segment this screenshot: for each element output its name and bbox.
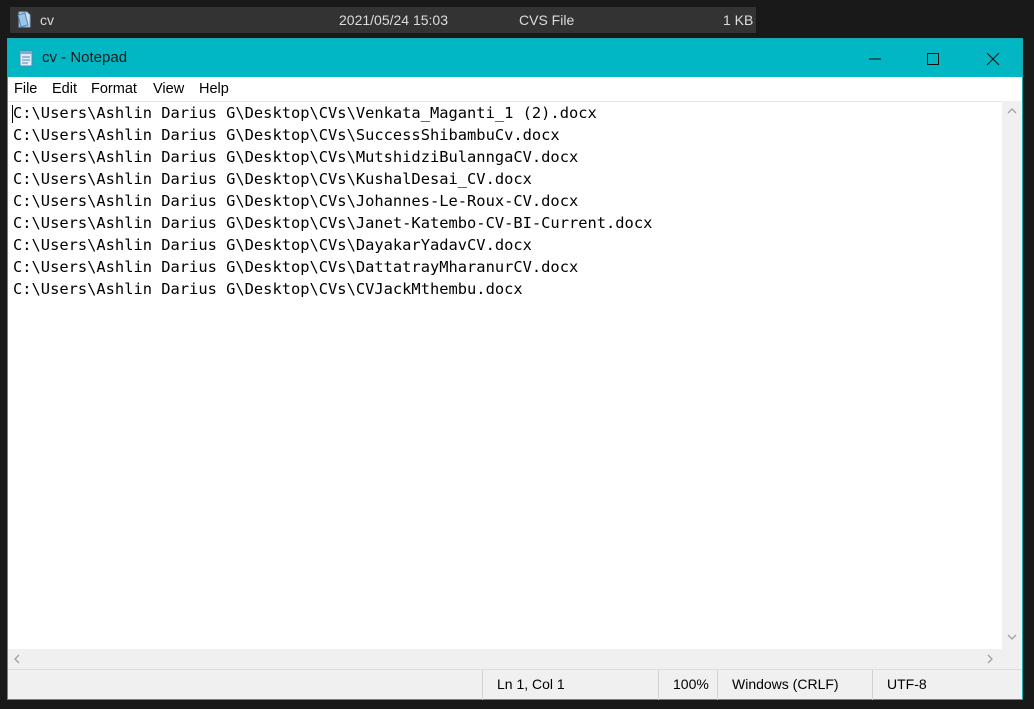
status-cursor-position: Ln 1, Col 1 xyxy=(482,670,658,700)
text-line: C:\Users\Ashlin Darius G\Desktop\CVs\CVJ… xyxy=(13,280,523,298)
menu-format[interactable]: Format xyxy=(91,81,137,97)
text-line: C:\Users\Ashlin Darius G\Desktop\CVs\Mut… xyxy=(13,148,579,166)
maximize-button[interactable] xyxy=(904,39,962,77)
text-line: C:\Users\Ashlin Darius G\Desktop\CVs\Day… xyxy=(13,236,532,254)
text-line: C:\Users\Ashlin Darius G\Desktop\CVs\Kus… xyxy=(13,170,532,188)
status-line-ending: Windows (CRLF) xyxy=(717,670,872,700)
status-bar: Ln 1, Col 1 100% Windows (CRLF) UTF-8 xyxy=(8,669,1022,700)
scrollbar-corner xyxy=(1002,649,1022,669)
explorer-file-row[interactable]: cv 2021/05/24 15:03 CVS File 1 KB xyxy=(10,7,756,33)
scroll-right-icon[interactable] xyxy=(986,654,994,664)
horizontal-scrollbar[interactable] xyxy=(8,649,1002,669)
scroll-up-icon[interactable] xyxy=(1007,107,1017,115)
minimize-icon xyxy=(869,58,881,60)
menu-file[interactable]: File xyxy=(14,81,37,97)
explorer-file-name: cv xyxy=(40,12,54,28)
text-line: C:\Users\Ashlin Darius G\Desktop\CVs\Suc… xyxy=(13,126,560,144)
minimize-button[interactable] xyxy=(846,39,904,77)
close-icon xyxy=(986,52,1000,66)
text-line: C:\Users\Ashlin Darius G\Desktop\CVs\Joh… xyxy=(13,192,579,210)
menu-edit[interactable]: Edit xyxy=(52,81,77,97)
menu-help[interactable]: Help xyxy=(199,81,229,97)
menu-view[interactable]: View xyxy=(153,81,184,97)
menu-bar: File Edit Format View Help xyxy=(8,77,1022,101)
scroll-left-icon[interactable] xyxy=(13,654,21,664)
explorer-file-type: CVS File xyxy=(519,12,575,28)
close-button[interactable] xyxy=(964,39,1022,77)
text-editor[interactable]: C:\Users\Ashlin Darius G\Desktop\CVs\Ven… xyxy=(8,101,1002,649)
file-icon xyxy=(16,11,32,29)
title-bar[interactable]: cv - Notepad xyxy=(8,39,1022,77)
text-line: C:\Users\Ashlin Darius G\Desktop\CVs\Ven… xyxy=(13,104,597,122)
text-line: C:\Users\Ashlin Darius G\Desktop\CVs\Dat… xyxy=(13,258,579,276)
status-encoding: UTF-8 xyxy=(872,670,1022,700)
explorer-file-size: 1 KB xyxy=(723,12,754,28)
notepad-window: cv - Notepad File Edit Format View Help … xyxy=(7,38,1023,700)
status-zoom: 100% xyxy=(658,670,717,700)
scroll-down-icon[interactable] xyxy=(1007,633,1017,641)
vertical-scrollbar[interactable] xyxy=(1002,101,1022,649)
explorer-date-modified: 2021/05/24 15:03 xyxy=(339,12,448,28)
window-title: cv - Notepad xyxy=(42,49,128,66)
maximize-icon xyxy=(927,53,939,65)
notepad-icon xyxy=(18,49,34,67)
text-line: C:\Users\Ashlin Darius G\Desktop\CVs\Jan… xyxy=(13,214,653,232)
